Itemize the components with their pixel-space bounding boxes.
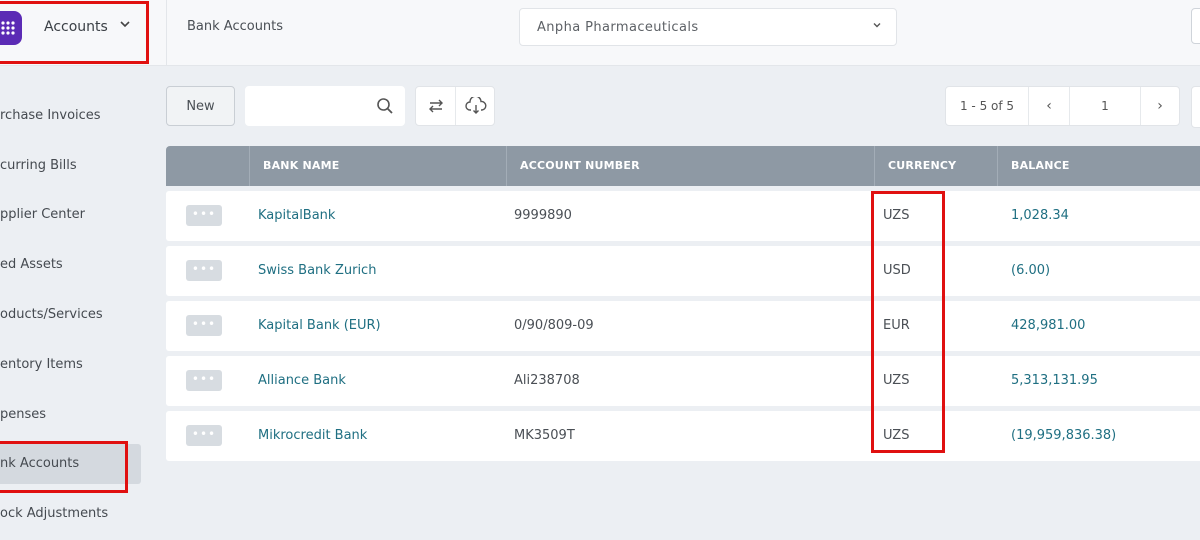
sidebar-item-label: penses (0, 407, 47, 422)
currency: UZS (883, 208, 910, 223)
breadcrumb: Bank Accounts (187, 19, 284, 34)
account-number: MK3509T (514, 428, 575, 443)
top-bar: Accounts Bank Accounts Anpha Pharmaceuti… (0, 0, 1200, 66)
sidebar-item-bank-accounts[interactable]: nk Accounts (0, 444, 141, 484)
row-actions-button[interactable]: ••• (186, 315, 222, 336)
company-name: Anpha Pharmaceuticals (537, 20, 699, 35)
account-number: 9999890 (514, 208, 572, 223)
new-button[interactable]: New (166, 86, 235, 126)
column-bank-name[interactable]: BANK NAME (249, 146, 506, 186)
currency: UZS (883, 428, 910, 443)
search-icon[interactable] (376, 97, 394, 119)
sidebar-item-products-services[interactable]: oducts/Services (0, 295, 141, 335)
sidebar-item-inventory-items[interactable]: entory Items (0, 345, 141, 385)
bank-name-link[interactable]: Mikrocredit Bank (258, 411, 367, 461)
pagination: 1 - 5 of 5 ‹ 1 › (945, 86, 1180, 126)
balance-link[interactable]: 5,313,131.95 (1011, 356, 1098, 406)
search-input[interactable] (254, 95, 378, 119)
bank-name-link[interactable]: KapitalBank (258, 191, 335, 241)
account-number: 0/90/809-09 (514, 318, 594, 333)
pager-range: 1 - 5 of 5 (946, 87, 1029, 125)
company-select[interactable]: Anpha Pharmaceuticals (519, 8, 897, 46)
table-row[interactable]: ••• Swiss Bank Zurich USD (6.00) (166, 246, 1200, 296)
table-row[interactable]: ••• KapitalBank 9999890 UZS 1,028.34 (166, 191, 1200, 241)
bank-name-link[interactable]: Swiss Bank Zurich (258, 246, 376, 296)
row-actions-button[interactable]: ••• (186, 425, 222, 446)
sidebar-item-expenses[interactable]: penses (0, 395, 141, 435)
currency: USD (883, 263, 911, 278)
sidebar-item-label: rchase Invoices (0, 108, 101, 123)
sidebar-item-fixed-assets[interactable]: ed Assets (0, 245, 141, 285)
row-actions-button[interactable]: ••• (186, 370, 222, 391)
column-account-number[interactable]: ACCOUNT NUMBER (506, 146, 874, 186)
sidebar-item-label: oducts/Services (0, 307, 103, 322)
sidebar-item-supplier-center[interactable]: pplier Center (0, 195, 141, 235)
sidebar-item-label: nk Accounts (0, 456, 80, 471)
sidebar-item-recurring-bills[interactable]: curring Bills (0, 146, 141, 186)
balance-link[interactable]: (19,959,836.38) (1011, 411, 1116, 461)
sidebar-item-label: pplier Center (0, 207, 85, 222)
chevron-left-icon[interactable]: ‹ (1029, 87, 1070, 125)
row-actions-button[interactable]: ••• (186, 260, 222, 281)
table-row[interactable]: ••• Alliance Bank Ali238708 UZS 5,313,13… (166, 356, 1200, 406)
currency: UZS (883, 373, 910, 388)
keypad-logo-icon (0, 11, 22, 45)
balance-link[interactable]: 1,028.34 (1011, 191, 1069, 241)
pager-extra-button[interactable] (1191, 86, 1200, 128)
table-row[interactable]: ••• Mikrocredit Bank MK3509T UZS (19,959… (166, 411, 1200, 461)
table-row[interactable]: ••• Kapital Bank (EUR) 0/90/809-09 EUR 4… (166, 301, 1200, 351)
swap-arrows-icon[interactable] (416, 87, 456, 125)
sidebar-item-stock-adjustments[interactable]: ock Adjustments (0, 494, 141, 534)
chevron-down-icon[interactable] (119, 18, 131, 33)
sidebar: rchase Invoices curring Bills pplier Cen… (0, 66, 166, 540)
column-balance[interactable]: BALANCE (997, 146, 1200, 186)
top-right-button[interactable] (1191, 8, 1200, 44)
app-switcher[interactable]: Accounts (0, 0, 167, 65)
chevron-right-icon[interactable]: › (1141, 87, 1179, 125)
chevron-down-icon (872, 20, 882, 33)
currency: EUR (883, 318, 910, 333)
sidebar-item-label: ed Assets (0, 257, 63, 272)
page-number[interactable]: 1 (1070, 87, 1141, 125)
app-name: Accounts (44, 19, 108, 35)
sidebar-item-label: curring Bills (0, 158, 77, 173)
sidebar-item-purchase-invoices[interactable]: rchase Invoices (0, 96, 141, 136)
toolbar-icon-group (415, 86, 495, 126)
table-header: BANK NAME ACCOUNT NUMBER CURRENCY BALANC… (166, 146, 1200, 186)
column-currency[interactable]: CURRENCY (874, 146, 997, 186)
search-box (245, 86, 405, 126)
account-number: Ali238708 (514, 373, 580, 388)
balance-link[interactable]: (6.00) (1011, 246, 1050, 296)
cloud-download-icon[interactable] (456, 87, 495, 125)
balance-link[interactable]: 428,981.00 (1011, 301, 1085, 351)
row-actions-button[interactable]: ••• (186, 205, 222, 226)
sidebar-item-label: entory Items (0, 357, 83, 372)
bank-name-link[interactable]: Alliance Bank (258, 356, 346, 406)
bank-name-link[interactable]: Kapital Bank (EUR) (258, 301, 381, 351)
sidebar-item-label: ock Adjustments (0, 506, 109, 521)
